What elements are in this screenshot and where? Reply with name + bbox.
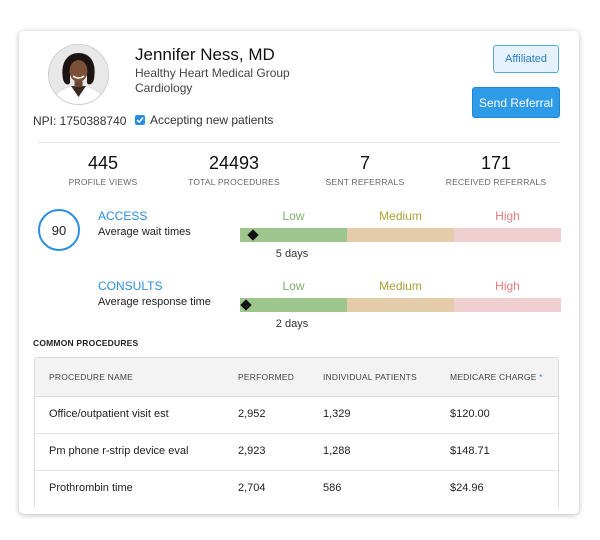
bar-high-segment xyxy=(454,298,561,312)
cell-charge: $120.00 xyxy=(450,408,490,420)
level-high-label: High xyxy=(495,279,520,293)
send-referral-button[interactable]: Send Referral xyxy=(472,87,560,118)
bar-high-segment xyxy=(454,228,561,242)
bar-medium-segment xyxy=(347,228,454,242)
table-row: Prothrombin time 2,704 586 $24.96 xyxy=(35,471,558,507)
stat-sent-referrals: 7 SENT REFERRALS xyxy=(300,153,430,187)
cell-charge: $148.71 xyxy=(450,445,490,457)
stat-value: 445 xyxy=(87,153,119,173)
cell-performed: 2,704 xyxy=(238,482,266,494)
info-star-icon[interactable]: * xyxy=(539,372,543,382)
stat-label: PROFILE VIEWS xyxy=(68,177,138,187)
cell-performed: 2,923 xyxy=(238,445,266,457)
level-medium-label: Medium xyxy=(379,209,422,223)
score-circle: 90 xyxy=(38,209,80,251)
consults-title: CONSULTS xyxy=(98,279,163,293)
cell-charge: $24.96 xyxy=(450,482,484,494)
provider-organization[interactable]: Healthy Heart Medical Group xyxy=(135,66,290,80)
header-individual-patients[interactable]: INDIVIDUAL PATIENTS xyxy=(323,372,417,382)
npi-number: NPI: 1750388740 xyxy=(33,114,127,128)
level-low-label: Low xyxy=(282,279,305,293)
stat-value: 171 xyxy=(480,153,512,173)
provider-card: Jennifer Ness, MD Healthy Heart Medical … xyxy=(19,31,579,514)
level-medium-label: Medium xyxy=(379,279,422,293)
access-value: 5 days xyxy=(275,248,309,260)
level-low-label: Low xyxy=(282,209,305,223)
procedures-table: PROCEDURE NAME PERFORMED INDIVIDUAL PATI… xyxy=(34,357,559,507)
access-subtitle: Average wait times xyxy=(98,226,191,238)
header-performed[interactable]: PERFORMED xyxy=(238,372,294,382)
header-procedure-name[interactable]: PROCEDURE NAME xyxy=(49,372,133,382)
consults-level-bar xyxy=(240,298,561,312)
divider xyxy=(38,142,560,143)
access-level-bar xyxy=(240,228,561,242)
cell-patients: 1,329 xyxy=(323,408,351,420)
table-row: Office/outpatient visit est 2,952 1,329 … xyxy=(35,397,558,434)
cell-procedure: Prothrombin time xyxy=(49,482,133,494)
stat-value: 24493 xyxy=(208,153,260,173)
cell-procedure: Office/outpatient visit est xyxy=(49,408,169,420)
consults-value: 2 days xyxy=(275,318,309,330)
bar-low-segment xyxy=(240,298,347,312)
cell-patients: 1,288 xyxy=(323,445,351,457)
avatar xyxy=(48,44,109,105)
stat-label: TOTAL PROCEDURES xyxy=(188,177,280,187)
consults-subtitle: Average response time xyxy=(98,296,211,308)
stat-total-procedures: 24493 TOTAL PROCEDURES xyxy=(169,153,299,187)
stat-received-referrals: 171 RECEIVED REFERRALS xyxy=(431,153,561,187)
table-header: PROCEDURE NAME PERFORMED INDIVIDUAL PATI… xyxy=(35,358,558,397)
checkbox-checked-icon[interactable] xyxy=(135,115,145,125)
cell-procedure: Pm phone r-strip device eval xyxy=(49,445,189,457)
access-title: ACCESS xyxy=(98,209,148,223)
common-procedures-title: COMMON PROCEDURES xyxy=(33,338,139,348)
stat-value: 7 xyxy=(359,153,370,173)
stat-label: SENT REFERRALS xyxy=(325,177,405,187)
cell-patients: 586 xyxy=(323,482,342,494)
table-row: Pm phone r-strip device eval 2,923 1,288… xyxy=(35,434,558,471)
accepting-new-patients[interactable]: Accepting new patients xyxy=(135,113,273,127)
provider-name: Jennifer Ness, MD xyxy=(135,45,275,64)
header-medicare-charge-label: MEDICARE CHARGE xyxy=(450,372,537,382)
cell-performed: 2,952 xyxy=(238,408,266,420)
bar-medium-segment xyxy=(347,298,454,312)
doctor-photo-icon xyxy=(49,45,108,104)
stat-label: RECEIVED REFERRALS xyxy=(445,177,547,187)
level-high-label: High xyxy=(495,209,520,223)
accepting-label: Accepting new patients xyxy=(150,113,274,127)
affiliated-button[interactable]: Affiliated xyxy=(493,45,559,73)
provider-specialty: Cardiology xyxy=(135,81,193,95)
stat-profile-views: 445 PROFILE VIEWS xyxy=(38,153,168,187)
header-medicare-charge[interactable]: MEDICARE CHARGE * xyxy=(450,372,543,382)
